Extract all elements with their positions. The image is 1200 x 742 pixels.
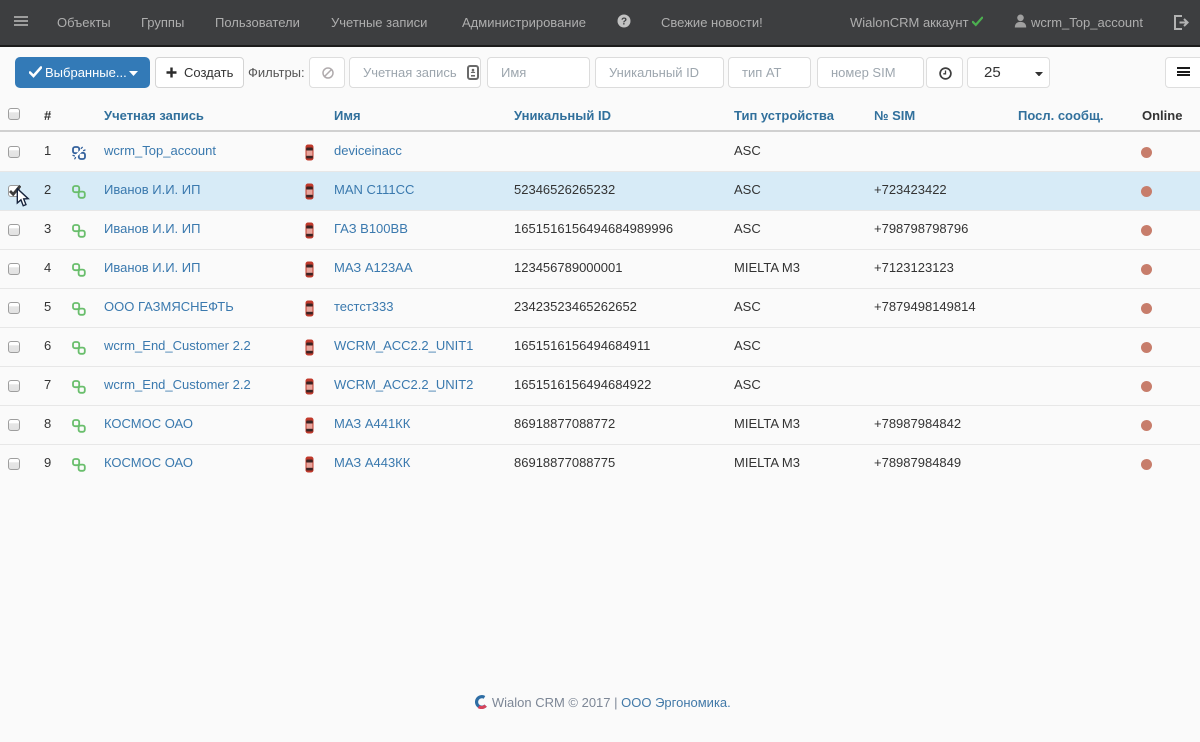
svg-text:?: ? bbox=[621, 17, 627, 28]
